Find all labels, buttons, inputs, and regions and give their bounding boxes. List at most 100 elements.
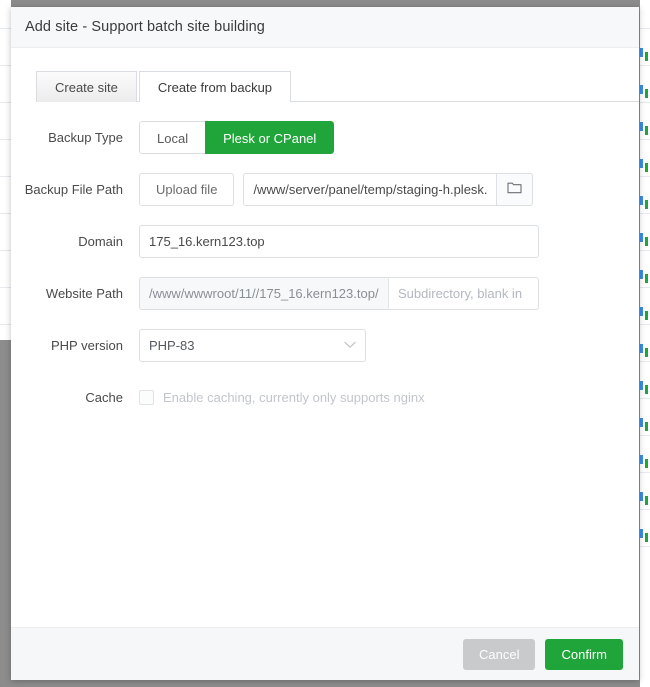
background-link-fragment bbox=[640, 159, 643, 168]
website-path-group: /www/wwwroot/11//175_16.kern123.top/ bbox=[139, 277, 539, 310]
background-row-divider bbox=[0, 250, 11, 251]
background-link-fragment bbox=[645, 459, 648, 468]
background-row-divider bbox=[0, 213, 11, 214]
dialog-body: Create siteCreate from backup Backup Typ… bbox=[11, 48, 639, 627]
php-version-select[interactable]: PHP-83 bbox=[139, 329, 366, 362]
backup-file-path-input[interactable] bbox=[243, 173, 496, 206]
tab-create-site[interactable]: Create site bbox=[36, 71, 137, 102]
background-row-divider bbox=[640, 472, 650, 473]
website-path-prefix: /www/wwwroot/11//175_16.kern123.top/ bbox=[139, 277, 389, 310]
background-row-divider bbox=[640, 139, 650, 140]
control-php-version: PHP-83 bbox=[139, 329, 366, 362]
background-row-divider bbox=[640, 324, 650, 325]
background-link-fragment bbox=[640, 492, 643, 501]
tab-bar: Create siteCreate from backup bbox=[11, 71, 639, 102]
background-link-fragment bbox=[645, 311, 648, 320]
background-row-divider bbox=[640, 65, 650, 66]
background-link-fragment bbox=[645, 126, 648, 135]
add-site-dialog: Add site - Support batch site building C… bbox=[11, 7, 639, 680]
background-link-fragment bbox=[640, 529, 643, 538]
background-link-fragment bbox=[645, 348, 648, 357]
dialog-header: Add site - Support batch site building bbox=[11, 7, 639, 48]
background-row-divider bbox=[0, 28, 11, 29]
background-row-divider bbox=[0, 139, 11, 140]
backup-type-option-plesk-cpanel[interactable]: Plesk or CPanel bbox=[205, 121, 334, 154]
dialog-footer: Cancel Confirm bbox=[11, 627, 639, 680]
background-link-fragment bbox=[640, 48, 643, 57]
background-link-fragment bbox=[645, 533, 648, 542]
background-row-divider bbox=[640, 509, 650, 510]
browse-folder-button[interactable] bbox=[496, 173, 533, 206]
row-cache: Cache Enable caching, currently only sup… bbox=[11, 371, 639, 423]
background-row-divider bbox=[640, 213, 650, 214]
confirm-button[interactable]: Confirm bbox=[545, 639, 623, 670]
domain-input[interactable] bbox=[139, 225, 539, 258]
background-link-fragment bbox=[645, 237, 648, 246]
background-link-fragment bbox=[645, 422, 648, 431]
background-link-fragment bbox=[640, 418, 643, 427]
background-link-fragment bbox=[645, 274, 648, 283]
row-php-version: PHP version PHP-83 bbox=[11, 319, 639, 371]
row-domain: Domain bbox=[11, 215, 639, 267]
background-row-divider bbox=[640, 361, 650, 362]
background-link-fragment bbox=[640, 233, 643, 242]
background-link-fragment bbox=[645, 52, 648, 61]
dialog-title: Add site - Support batch site building bbox=[25, 19, 265, 35]
background-link-fragment bbox=[640, 307, 643, 316]
background-row-divider bbox=[640, 435, 650, 436]
php-version-selected-value: PHP-83 bbox=[139, 329, 366, 362]
create-from-backup-form: Backup Type Local Plesk or CPanel Backup… bbox=[11, 102, 639, 423]
background-link-fragment bbox=[645, 200, 648, 209]
background-link-fragment bbox=[640, 344, 643, 353]
background-link-fragment bbox=[645, 163, 648, 172]
background-table-right-edge bbox=[640, 0, 650, 687]
background-link-fragment bbox=[640, 85, 643, 94]
control-backup-file-path: Upload file bbox=[139, 173, 533, 206]
cache-checkbox-row: Enable caching, currently only supports … bbox=[139, 390, 425, 405]
label-backup-type: Backup Type bbox=[11, 130, 139, 145]
background-link-fragment bbox=[640, 455, 643, 464]
backup-file-path-input-group bbox=[243, 173, 533, 206]
website-path-subdirectory-input[interactable] bbox=[389, 277, 539, 310]
cancel-button[interactable]: Cancel bbox=[463, 639, 535, 670]
backup-type-segmented-control: Local Plesk or CPanel bbox=[139, 121, 334, 154]
background-row-divider bbox=[640, 102, 650, 103]
background-row-divider bbox=[640, 250, 650, 251]
background-row-divider bbox=[640, 546, 650, 547]
label-website-path: Website Path bbox=[11, 286, 139, 301]
folder-icon bbox=[507, 181, 522, 197]
label-cache: Cache bbox=[11, 390, 139, 405]
tab-create-from-backup[interactable]: Create from backup bbox=[139, 71, 291, 102]
label-domain: Domain bbox=[11, 234, 139, 249]
label-backup-file-path: Backup File Path bbox=[11, 182, 139, 197]
background-link-fragment bbox=[645, 89, 648, 98]
control-domain bbox=[139, 225, 539, 258]
background-row-divider bbox=[640, 176, 650, 177]
background-row-divider bbox=[0, 176, 11, 177]
background-link-fragment bbox=[640, 270, 643, 279]
background-link-fragment bbox=[645, 496, 648, 505]
background-link-fragment bbox=[640, 122, 643, 131]
background-row-divider bbox=[0, 324, 11, 325]
row-backup-type: Backup Type Local Plesk or CPanel bbox=[11, 111, 639, 163]
background-link-fragment bbox=[645, 385, 648, 394]
cache-checkbox[interactable] bbox=[139, 390, 154, 405]
background-row-divider bbox=[640, 398, 650, 399]
background-row-divider bbox=[0, 65, 11, 66]
row-website-path: Website Path /www/wwwroot/11//175_16.ker… bbox=[11, 267, 639, 319]
background-link-fragment bbox=[640, 196, 643, 205]
background-link-fragment bbox=[640, 381, 643, 390]
cache-checkbox-label: Enable caching, currently only supports … bbox=[163, 390, 425, 405]
upload-file-button[interactable]: Upload file bbox=[139, 173, 234, 206]
background-row-divider bbox=[0, 102, 11, 103]
label-php-version: PHP version bbox=[11, 338, 139, 353]
background-table-left-edge bbox=[0, 0, 11, 340]
background-row-divider bbox=[0, 287, 11, 288]
background-row-divider bbox=[640, 287, 650, 288]
control-website-path: /www/wwwroot/11//175_16.kern123.top/ bbox=[139, 277, 539, 310]
control-backup-type: Local Plesk or CPanel bbox=[139, 121, 334, 154]
row-backup-file-path: Backup File Path Upload file bbox=[11, 163, 639, 215]
background-row-divider bbox=[640, 28, 650, 29]
control-cache: Enable caching, currently only supports … bbox=[139, 390, 425, 405]
backup-type-option-local[interactable]: Local bbox=[139, 121, 205, 154]
